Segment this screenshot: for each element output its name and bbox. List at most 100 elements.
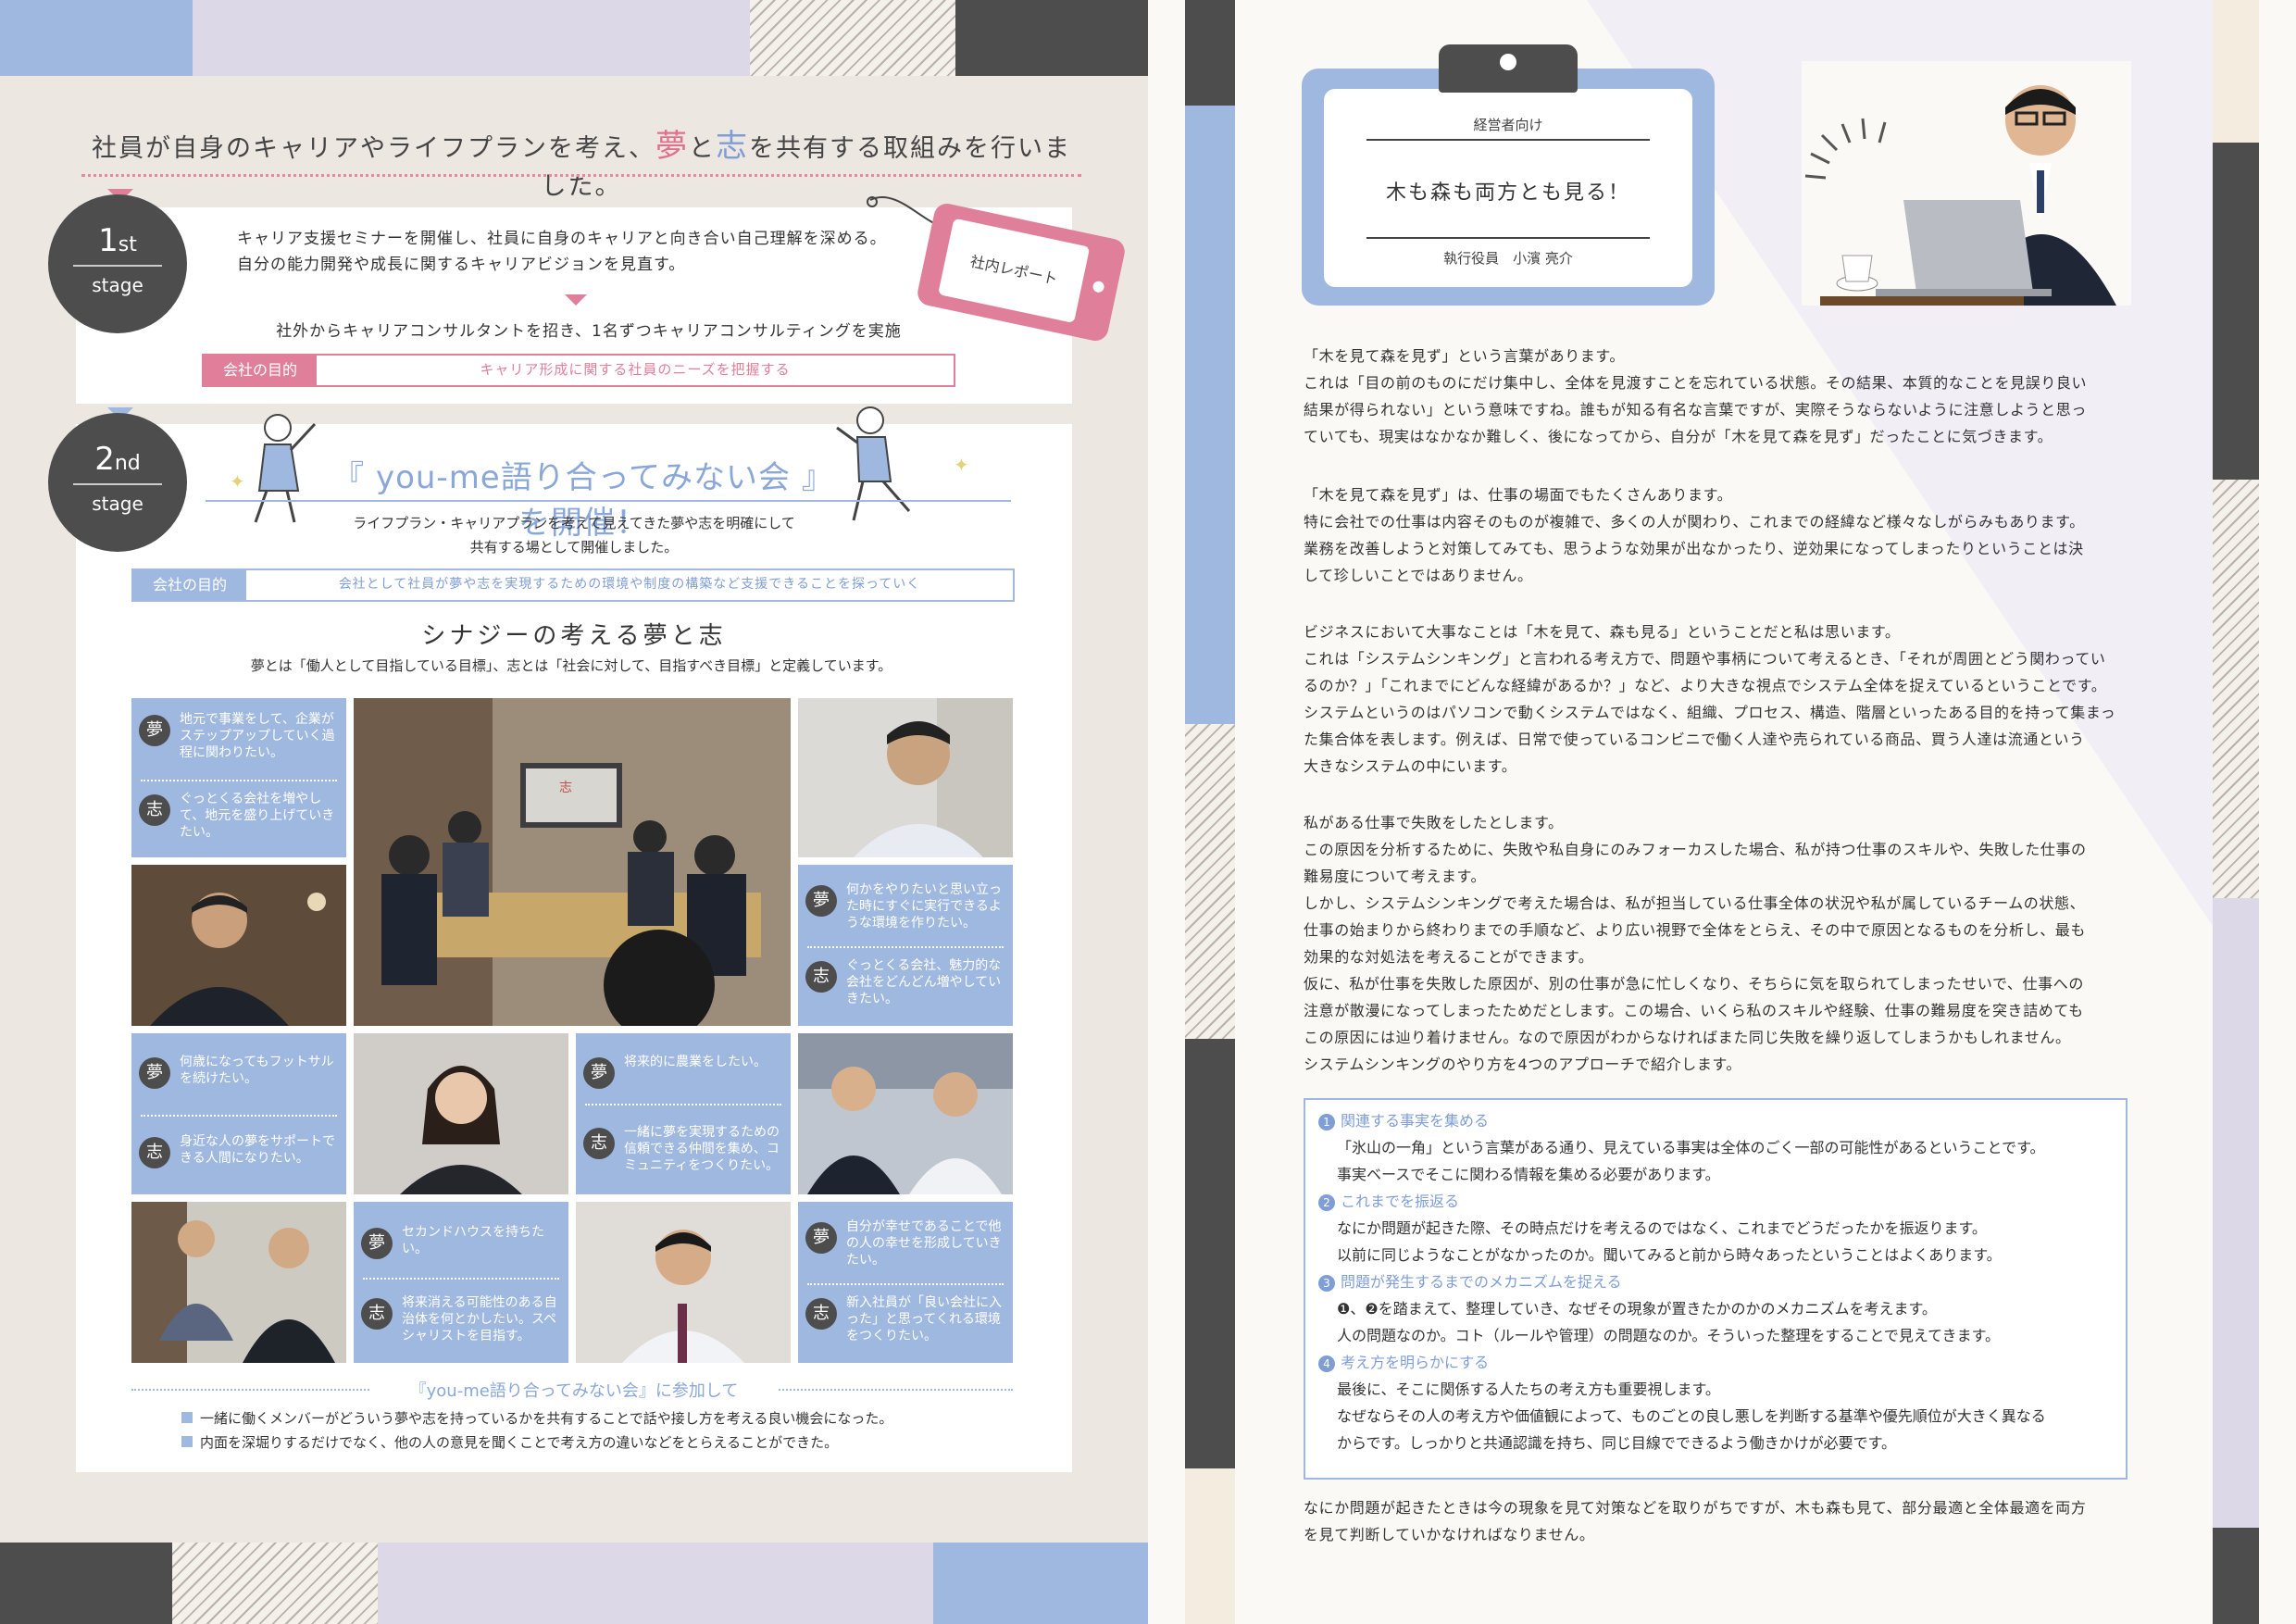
meeting-scene-icon	[354, 698, 791, 1026]
feedback-title: 『you-me語り合ってみない会』に参加して	[370, 1378, 778, 1402]
yume-badge: 夢	[805, 1222, 837, 1254]
paragraph-line: これは「システムシンキング」と言われる考え方で、問題や事柄について考えるとき、「…	[1304, 650, 2106, 668]
portrait-photo	[354, 1033, 568, 1194]
approach-line: なぜならその人の考え方や価値観によって、ものごとの良し悪しを判断する基準や優先順…	[1337, 1407, 2046, 1425]
person-portrait-icon	[798, 698, 1013, 857]
clip-icon	[1439, 44, 1578, 93]
stage1-num: 1	[98, 222, 119, 259]
card-divider	[585, 1104, 781, 1106]
synergy-title: シナジーの考える夢と志	[421, 622, 727, 650]
stage2-label: stage	[92, 493, 144, 515]
paragraph: ビジネスにおいて大事なことは「木を見て、森も見る」ということだと私は思います。 …	[1304, 618, 2137, 780]
stage2-suffix: nd	[114, 452, 141, 475]
dream-text: 何歳になってもフットサルを続けたい。	[180, 1055, 334, 1086]
heading-to: と	[689, 134, 716, 163]
clip-hole	[1500, 54, 1516, 70]
approach-line: 以前に同じようなことがなかったのか。聞いてみると前から時々あったということはよく…	[1337, 1246, 2002, 1264]
stage1-circle: 1st stage	[48, 194, 187, 333]
paragraph-line: 効果的な対処法を考えることができます。	[1304, 948, 1594, 966]
shi-badge: 志	[139, 1137, 170, 1168]
closing-paragraph: なにか問題が起きたときは今の現象を見て対策などを取りがちですが、木も森も見て、部…	[1304, 1494, 2137, 1548]
paragraph-line: 仮に、私が仕事を失敗した原因が、別の仕事が急に忙しくなり、そちらに気を取られてし…	[1304, 975, 2084, 993]
deco-block-blue-top	[0, 0, 193, 76]
stage1-suffix: st	[118, 233, 137, 256]
sparkle-icon: ✦	[954, 454, 969, 476]
author-photo	[1802, 61, 2131, 306]
deco-strip	[2213, 143, 2259, 480]
aspiration-text: 身近な人の夢をサポートできる人間になりたい。	[180, 1134, 335, 1166]
stage1-purpose: 会社の目的 キャリア形成に関する社員のニーズを把握する	[202, 354, 955, 387]
approach-item: 4 考え方を明らかにする 最後に、そこに関係する人たちの考え方も重要視します。 な…	[1318, 1349, 2113, 1456]
paragraph: 「木を見て森を見ず」という言葉があります。 これは「目の前のものにだけ集中し、全…	[1304, 343, 2137, 450]
left-page: 社員が自身のキャリアやライフプランを考え、夢と志を共有する取組みを行いました。 …	[0, 0, 1148, 1624]
deco-strip	[2213, 898, 2259, 1528]
paragraph-line: しかし、システムシンキングで考えた場合は、私が担当している仕事全体の状況や私が属…	[1304, 894, 2086, 912]
stage1-sub: 社外からキャリアコンサルタントを招き、1名ずつキャリアコンサルティングを実施	[276, 322, 902, 341]
paragraph-line: システムシンキングのやり方を4つのアプローチで紹介します。	[1304, 1056, 1742, 1073]
tag-hole	[1092, 280, 1105, 294]
card-divider	[807, 946, 1004, 948]
yume-badge: 夢	[361, 1228, 393, 1259]
card-author: 執行役員 小濱 亮介	[1443, 250, 1573, 267]
portrait-photo	[131, 865, 346, 1026]
deco-strip	[1185, 1468, 1235, 1624]
approach-line: 事実ベースでそこに関わる情報を集める必要があります。	[1337, 1166, 1720, 1183]
card-divider	[363, 1278, 559, 1280]
deco-block-blue-bottom	[933, 1543, 1148, 1624]
aspiration-text: 一緒に夢を実現するための信頼できる仲間を集め、コミュニティをつくりたい。	[624, 1125, 780, 1173]
author-with-laptop-icon	[1804, 85, 2116, 306]
card-divider	[141, 1115, 337, 1117]
approach-item: 3 問題が発生するまでのメカニズムを捉える ❶、❷を踏まえて、整理していき、なぜそ…	[1318, 1268, 2113, 1349]
yume-badge: 夢	[805, 885, 837, 917]
paragraph-line: 仕事の始まりから終わりまでの手順など、より広い視野で全体をとらえ、その中で原因と…	[1304, 921, 2087, 939]
deco-strip	[1185, 1039, 1235, 1468]
aspiration-text: ぐっとくる会社を増やして、地元を盛り上げていきたい。	[180, 792, 335, 840]
bullet-square-icon	[181, 1412, 193, 1423]
shi-badge: 志	[583, 1128, 615, 1159]
deco-block-dark-top	[955, 0, 1148, 76]
stage2-divider	[73, 483, 162, 485]
paragraph-line: を見て判断していかなければなりません。	[1304, 1526, 1595, 1543]
stage2-purpose: 会社の目的 会社として社員が夢や志を実現するための環境や制度の構築など支援できる…	[131, 568, 1015, 602]
stage2-circle: 2nd stage	[48, 413, 187, 552]
heading-pre: 社員が自身のキャリアやライフプランを考え、	[92, 134, 655, 163]
paragraph: 「木を見て森を見ず」は、仕事の場面でもたくさんあります。 特に会社での仕事は内容…	[1304, 481, 2137, 589]
deco-block-stripe-bottom	[172, 1543, 378, 1624]
sparkle-icon: ✦	[230, 470, 245, 493]
paragraph-line: これは「目の前のものにだけ集中し、全体を見渡すことを忘れている状態。その結果、本…	[1304, 374, 2088, 392]
paragraph-line: して珍しいことではありません。	[1304, 567, 1533, 584]
approach-title: これまでを振返る	[1341, 1193, 1460, 1210]
approach-line: なにか問題が起きた際、その時点だけを考えるのではなく、これまでどうだったかを振返…	[1337, 1219, 1987, 1237]
approach-title: 問題が発生するまでのメカニズムを捉える	[1341, 1273, 1622, 1291]
approach-number: 3	[1318, 1275, 1335, 1292]
yume-badge: 夢	[139, 715, 170, 746]
deco-block-lavender-bottom	[378, 1543, 933, 1624]
approach-number: 2	[1318, 1194, 1335, 1211]
definition-text: 夢とは「働人として目指している目標」、志とは「社会に対して、目指すべき目標」と定…	[250, 657, 892, 674]
paragraph-line: 私がある仕事で失敗をしたとします。	[1304, 814, 1564, 831]
stage1-line: 自分の能力開発や成長に関するキャリアビジョンを見直す。	[237, 256, 686, 274]
shi-badge: 志	[361, 1298, 393, 1330]
two-people-icon	[798, 1033, 1013, 1194]
shi-badge: 志	[805, 1298, 837, 1330]
stage1-line: キャリア支援セミナーを開催し、社員に自身のキャリアと向き合い自己理解を深める。	[237, 230, 887, 248]
portrait-photo	[798, 698, 1013, 857]
yume-badge: 夢	[583, 1057, 615, 1089]
shi-badge: 志	[805, 961, 837, 993]
paragraph: 私がある仕事で失敗をしたとします。 この原因を分析するために、失敗や私自身にのみ…	[1304, 809, 2137, 1078]
dream-card: 夢何歳になってもフットサルを続けたい。 志身近な人の夢をサポートできる人間になり…	[131, 1033, 346, 1194]
approach-item: 2 これまでを振返る なにか問題が起きた際、その時点だけを考えるのではなく、これま…	[1318, 1188, 2113, 1268]
deco-strip	[1185, 0, 1235, 106]
card-title: 木も森も両方とも見る！	[1385, 181, 1630, 205]
yume-badge: 夢	[139, 1057, 170, 1089]
group-photo	[798, 1033, 1013, 1194]
stage1-description: キャリア支援セミナーを開催し、社員に自身のキャリアと向き合い自己理解を深める。 …	[237, 226, 941, 278]
approach-number: 1	[1318, 1114, 1335, 1131]
shi-badge: 志	[139, 794, 170, 826]
approach-line: からです。しっかりと共通認識を持ち、同じ目線でできるよう働きかけが必要です。	[1337, 1434, 1897, 1452]
paragraph-line: システムというのはパソコンで動くシステムではなく、組織、プロセス、構造、階層とい…	[1304, 704, 2116, 721]
stage2-purpose-label: 会社の目的	[133, 570, 246, 600]
deco-strip	[2213, 1528, 2259, 1624]
stage2-description: ライフプラン・キャリアプランを考えて見えてきた夢や志を明確にして 共有する場とし…	[231, 511, 917, 559]
card-rule-bottom	[1366, 237, 1650, 239]
